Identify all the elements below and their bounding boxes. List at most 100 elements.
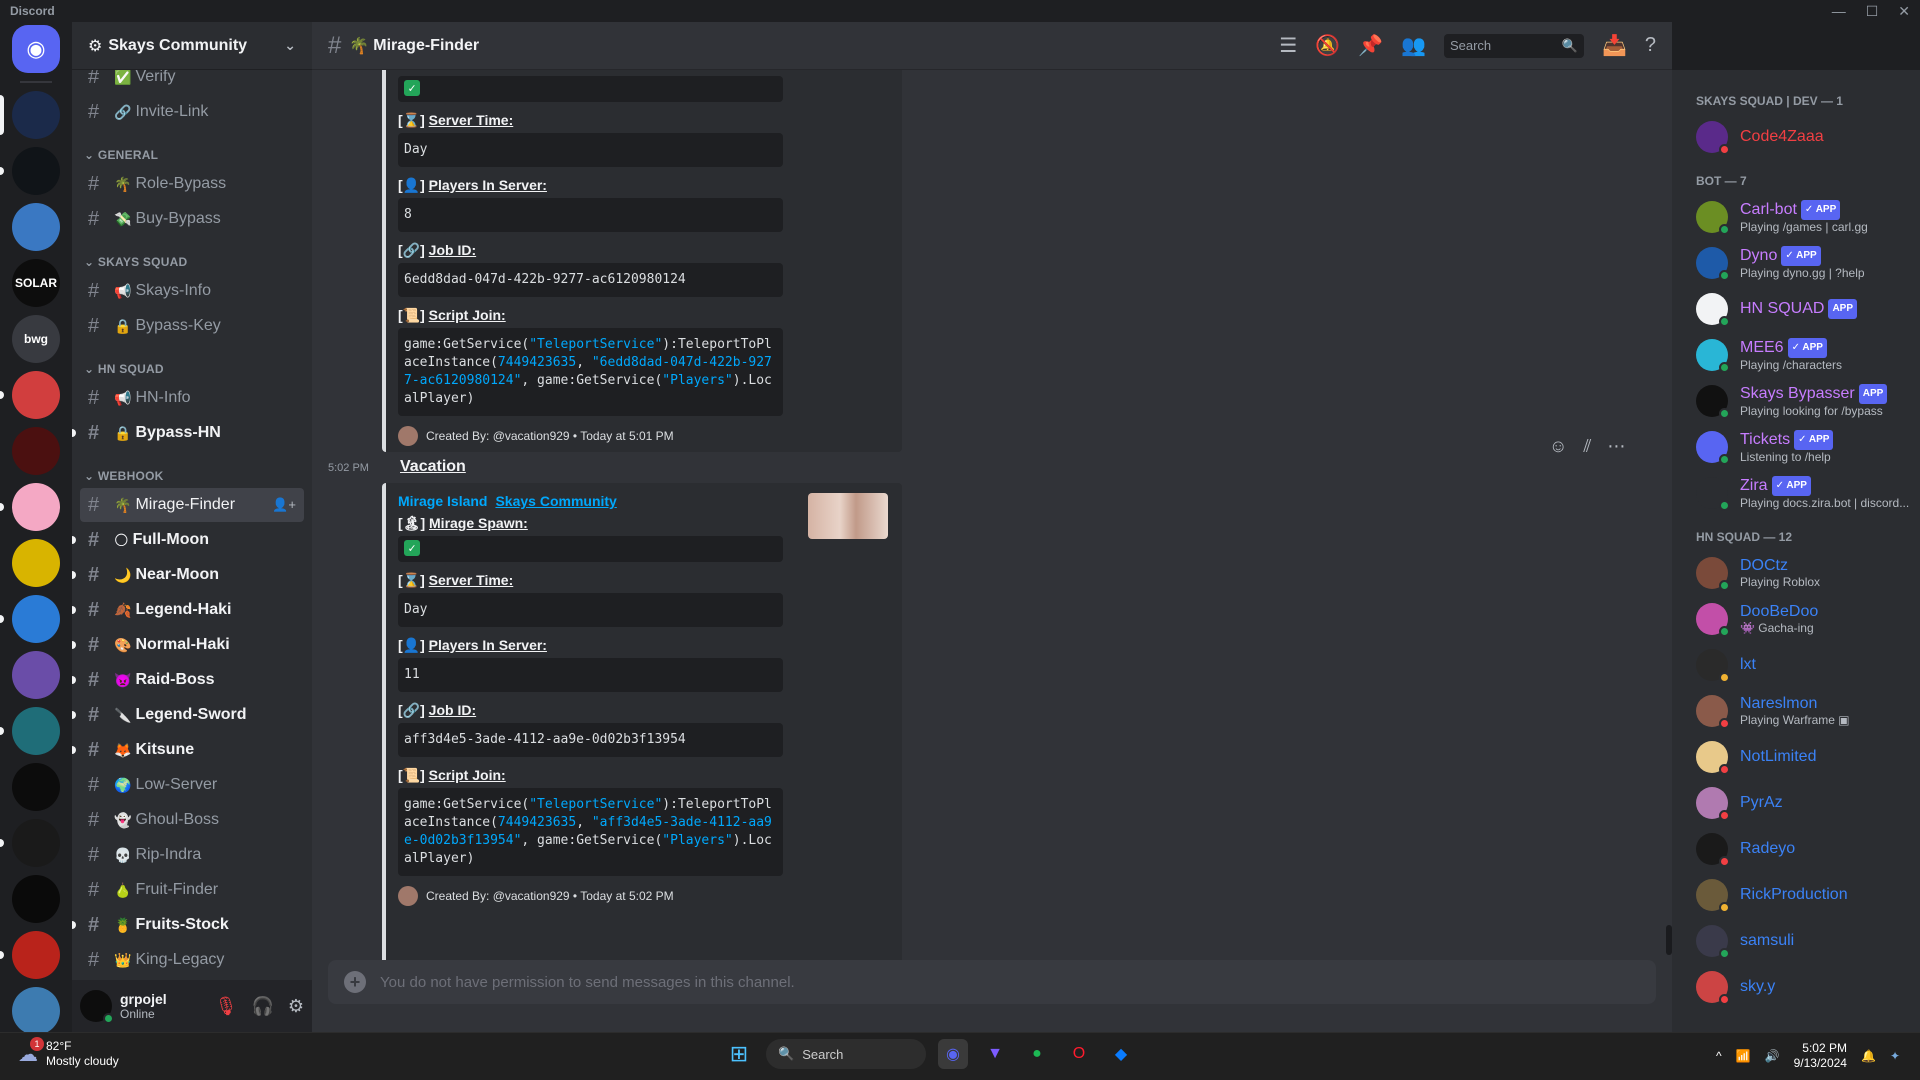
headphones-icon[interactable]: 🎧 (251, 996, 273, 1017)
channel-rip-indra[interactable]: # 💀 Rip-Indra (80, 838, 304, 872)
channel-ghoul-boss[interactable]: # 👻 Ghoul-Boss (80, 803, 304, 837)
server-header[interactable]: ⚙ Skays Community ⌄ (72, 22, 312, 70)
member-item[interactable]: Zira ✓ APP Playing docs.zira.bot | discord… (1696, 470, 1920, 516)
member-item[interactable]: samsuli (1696, 918, 1920, 964)
avatar[interactable] (80, 990, 114, 1024)
channel-category[interactable]: ⌄ HN SQUAD (80, 344, 304, 380)
channel-category[interactable]: ⌄ WEBHOOK (80, 451, 304, 487)
mute-mic-icon[interactable]: 🎙 (215, 996, 238, 1017)
channel-fruit-finder[interactable]: # 🍐 Fruit-Finder (80, 873, 304, 907)
member-item[interactable]: RickProduction (1696, 872, 1920, 918)
server-icon[interactable] (12, 875, 60, 923)
inbox-icon[interactable]: 📥 (1602, 33, 1627, 58)
help-icon[interactable]: ? (1645, 34, 1656, 57)
threads-icon[interactable]: ☰ (1279, 33, 1297, 58)
channel-mirage-finder[interactable]: # 🌴 Mirage-Finder 👤+ (80, 488, 304, 522)
channel-bypass-hn[interactable]: # 🔒 Bypass-HN (72, 416, 304, 450)
weather-widget[interactable]: ☁ 1 82°F Mostly cloudy (18, 1037, 119, 1069)
channel-king-legacy[interactable]: # 👑 King-Legacy (80, 943, 304, 977)
notification-bell-icon[interactable]: 🔕 (1315, 33, 1340, 58)
messenger-icon[interactable]: ◆ (1106, 1039, 1136, 1069)
thread-icon[interactable]: ⫽ (1583, 436, 1591, 457)
copilot-icon[interactable]: ✦ (1890, 1049, 1900, 1063)
volume-icon[interactable]: 🔊 (1765, 1049, 1780, 1063)
notification-bell-icon[interactable]: 🔔 (1861, 1049, 1876, 1063)
member-item[interactable]: Nareslmon Playing Warframe ▣ (1696, 688, 1920, 734)
channel-near-moon[interactable]: # 🌙 Near-Moon (72, 558, 304, 592)
channel-low-server[interactable]: # 🌍 Low-Server (80, 768, 304, 802)
gear-icon[interactable]: ⚙ (288, 996, 304, 1017)
server-icon[interactable] (0, 595, 60, 643)
member-item[interactable]: DooBeDoo 👾 Gacha-ing (1696, 596, 1920, 642)
member-item[interactable]: Dyno ✓ APP Playing dyno.gg | ?help (1696, 240, 1920, 286)
embed-thumbnail[interactable] (808, 493, 888, 539)
server-icon[interactable]: bwg (12, 315, 60, 363)
server-icon[interactable]: SOLAR (12, 259, 60, 307)
channel-role-bypass[interactable]: # 🌴 Role-Bypass (80, 167, 304, 201)
server-icon[interactable] (0, 371, 60, 419)
server-icon[interactable] (12, 427, 60, 475)
close-icon[interactable]: ✕ (1898, 3, 1910, 20)
channel-legend-haki[interactable]: # 🍂 Legend-Haki (72, 593, 304, 627)
taskbar-search[interactable]: 🔍 Search (766, 1039, 926, 1069)
wifi-icon[interactable]: 📶 (1736, 1049, 1751, 1063)
channel-buy-bypass[interactable]: # 💸 Buy-Bypass (80, 202, 304, 236)
channel-category[interactable]: ⌄ GENERAL (80, 130, 304, 166)
channel-raid-boss[interactable]: # 👿 Raid-Boss (72, 663, 304, 697)
server-icon[interactable] (12, 763, 60, 811)
channel-skays-info[interactable]: # 📢 Skays-Info (80, 274, 304, 308)
server-icon[interactable] (12, 651, 60, 699)
member-item[interactable]: NotLimited (1696, 734, 1920, 780)
server-icon[interactable] (0, 483, 60, 531)
channel-invite-link[interactable]: # 🔗 Invite-Link (80, 95, 304, 129)
message-author[interactable]: Vacation (400, 458, 466, 476)
clock[interactable]: 5:02 PM 9/13/2024 (1794, 1041, 1847, 1071)
maximize-icon[interactable]: ☐ (1866, 3, 1879, 20)
member-item[interactable]: MEE6 ✓ APP Playing /characters (1696, 332, 1920, 378)
channel-normal-haki[interactable]: # 🎨 Normal-Haki (72, 628, 304, 662)
member-list-icon[interactable]: 👥 (1401, 33, 1426, 58)
member-item[interactable]: Skays Bypasser APP Playing looking for /by… (1696, 378, 1920, 424)
member-item[interactable]: PyrAz (1696, 780, 1920, 826)
member-item[interactable]: lxt (1696, 642, 1920, 688)
member-item[interactable]: DOCtz Playing Roblox (1696, 550, 1920, 596)
embed-link[interactable]: Mirage Island (398, 493, 487, 509)
channel-full-moon[interactable]: # 🌕 Full-Moon (72, 523, 304, 557)
minimize-icon[interactable]: — (1832, 3, 1846, 20)
windows-start-icon[interactable]: ⊞ (724, 1039, 754, 1069)
channel-verify[interactable]: # ✅ Verify (80, 70, 304, 94)
member-item[interactable]: Tickets ✓ APP Listening to /help (1696, 424, 1920, 470)
chevron-up-icon[interactable]: ^ (1716, 1049, 1722, 1063)
search-input[interactable]: Search 🔍 (1443, 33, 1584, 58)
chevron-down-icon[interactable]: ⌄ (284, 37, 296, 54)
server-icon[interactable] (0, 819, 60, 867)
server-icon[interactable] (12, 539, 60, 587)
app-taskbar-icon[interactable]: ▼ (980, 1039, 1010, 1069)
discord-home-icon[interactable]: ◉ (12, 25, 60, 73)
server-icon[interactable] (0, 91, 60, 139)
discord-taskbar-icon[interactable]: ◉ (938, 1039, 968, 1069)
member-item[interactable]: Radeyo (1696, 826, 1920, 872)
member-item[interactable]: HN SQUAD APP (1696, 286, 1920, 332)
channel-category[interactable]: ⌄ SKAYS SQUAD (80, 237, 304, 273)
embed-link[interactable]: Skays Community (495, 493, 616, 509)
channel-fruits-stock[interactable]: # 🍍 Fruits-Stock (72, 908, 304, 942)
channel-legend-sword[interactable]: # 🔪 Legend-Sword (72, 698, 304, 732)
server-icon[interactable] (12, 203, 60, 251)
server-icon[interactable] (0, 931, 60, 979)
add-reaction-icon[interactable]: ☺ (1549, 436, 1567, 457)
more-icon[interactable]: ⋯ (1607, 436, 1625, 457)
server-icon[interactable] (0, 707, 60, 755)
opera-icon[interactable]: O (1064, 1039, 1094, 1069)
channel-kitsune[interactable]: # 🦊 Kitsune (72, 733, 304, 767)
server-icon[interactable] (0, 147, 60, 195)
spotify-icon[interactable]: ● (1022, 1039, 1052, 1069)
channel-bypass-key[interactable]: # 🔒 Bypass-Key (80, 309, 304, 343)
member-item[interactable]: Code4Zaaa (1696, 114, 1920, 160)
channel-hn-info[interactable]: # 📢 HN-Info (80, 381, 304, 415)
pin-icon[interactable]: 📌 (1358, 33, 1383, 58)
server-icon[interactable] (12, 987, 60, 1032)
invite-icon[interactable]: 👤+ (272, 497, 296, 513)
member-item[interactable]: Carl-bot ✓ APP Playing /games | carl.gg (1696, 194, 1920, 240)
member-item[interactable]: sky.y (1696, 964, 1920, 1010)
